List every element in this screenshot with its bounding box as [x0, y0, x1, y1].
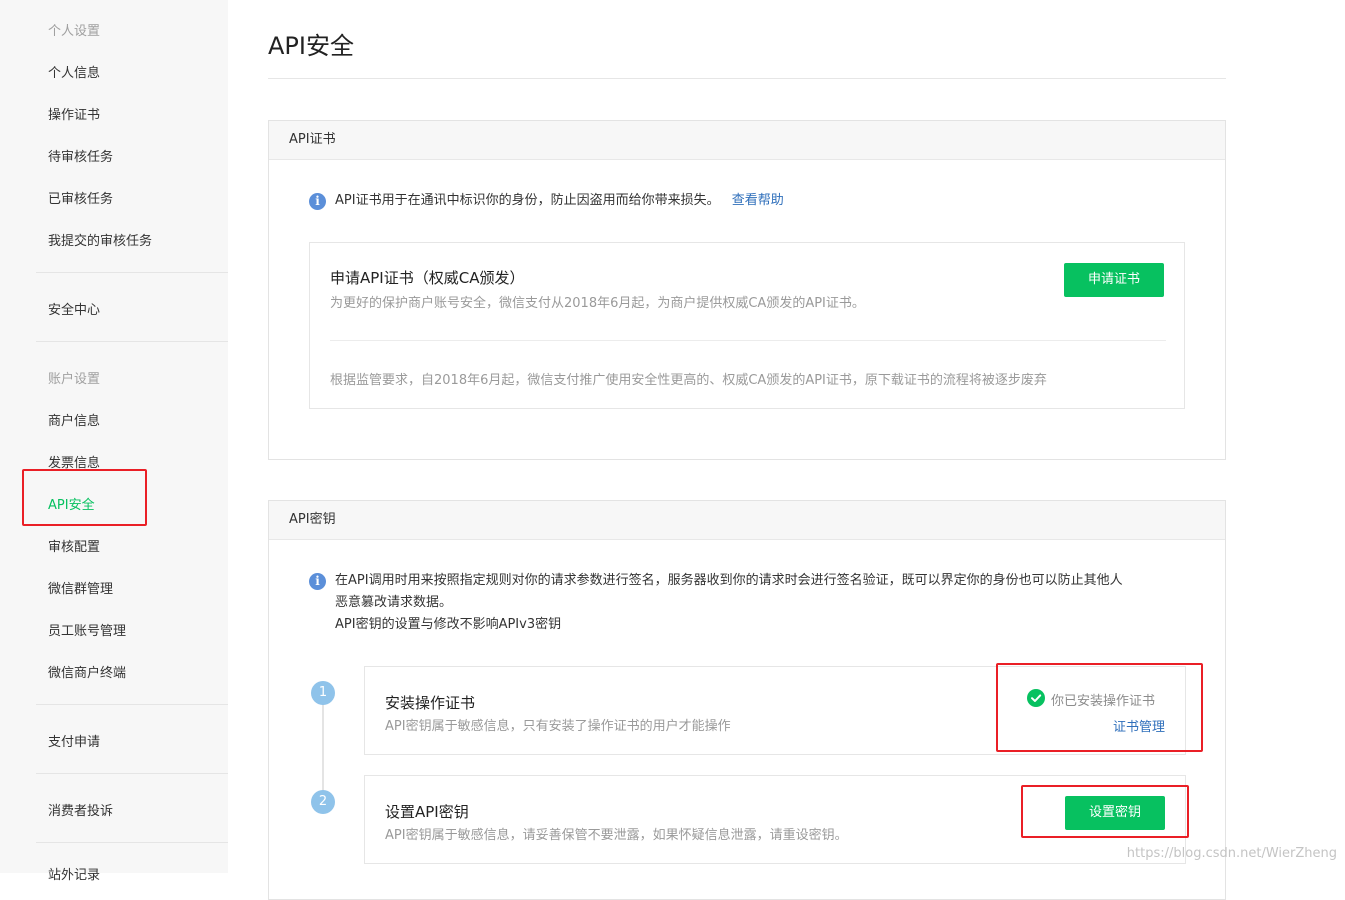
sidebar-divider	[36, 704, 228, 705]
cert-notice: 根据监管要求，自2018年6月起，微信支付推广使用安全性更高的、权威CA颁发的A…	[330, 369, 1047, 388]
highlight-box-set-key	[1021, 785, 1189, 838]
sidebar-item-operation-cert[interactable]: 操作证书	[48, 104, 100, 123]
highlight-box-api-security	[22, 469, 147, 526]
apply-cert-button[interactable]: 申请证书	[1064, 263, 1164, 297]
apply-cert-title: 申请API证书（权威CA颁发）	[330, 267, 524, 288]
api-cert-info-text: API证书用于在通讯中标识你的身份，防止因盗用而给你带来损失。	[335, 193, 720, 208]
sidebar-item-staff-accounts[interactable]: 员工账号管理	[48, 620, 126, 639]
sidebar-divider	[36, 272, 228, 273]
title-divider	[268, 78, 1226, 79]
sidebar: 个人设置 个人信息 操作证书 待审核任务 已审核任务 我提交的审核任务 安全中心…	[0, 0, 228, 873]
api-key-info-line3: API密钥的设置与修改不影响APIv3密钥	[335, 614, 1215, 636]
step-2-title: 设置API密钥	[385, 801, 469, 822]
sidebar-divider	[36, 341, 228, 342]
api-cert-panel: API证书 i API证书用于在通讯中标识你的身份，防止因盗用而给你带来损失。 …	[268, 120, 1226, 460]
api-key-info-line1: 在API调用时用来按照指定规则对你的请求参数进行签名，服务器收到你的请求时会进行…	[335, 570, 1215, 592]
step-2-desc: API密钥属于敏感信息，请妥善保管不要泄露，如果怀疑信息泄露，请重设密钥。	[385, 824, 848, 843]
watermark: https://blog.csdn.net/WierZheng	[1127, 846, 1337, 861]
step-1-title: 安装操作证书	[385, 692, 475, 713]
info-icon: i	[309, 573, 326, 590]
sidebar-item-payment-apply[interactable]: 支付申请	[48, 731, 100, 750]
sidebar-divider	[36, 842, 228, 843]
info-icon: i	[309, 193, 326, 210]
sidebar-item-merchant-terminal[interactable]: 微信商户终端	[48, 662, 126, 681]
help-link[interactable]: 查看帮助	[732, 193, 784, 208]
api-cert-panel-header: API证书	[269, 121, 1225, 160]
api-cert-info: API证书用于在通讯中标识你的身份，防止因盗用而给你带来损失。 查看帮助	[335, 190, 784, 212]
api-key-info: 在API调用时用来按照指定规则对你的请求参数进行签名，服务器收到你的请求时会进行…	[335, 570, 1215, 636]
page-title: API安全	[268, 26, 354, 61]
apply-cert-card: 申请API证书（权威CA颁发） 为更好的保护商户账号安全，微信支付从2018年6…	[309, 242, 1185, 409]
step-1-circle: 1	[311, 681, 335, 705]
api-key-info-line2: 恶意篡改请求数据。	[335, 592, 1215, 614]
sidebar-item-reviewed[interactable]: 已审核任务	[48, 188, 113, 207]
api-key-panel-header: API密钥	[269, 501, 1225, 540]
step-2-circle: 2	[311, 790, 335, 814]
card-divider	[330, 340, 1166, 341]
sidebar-item-consumer-complaint[interactable]: 消费者投诉	[48, 800, 113, 819]
apply-cert-desc: 为更好的保护商户账号安全，微信支付从2018年6月起，为商户提供权威CA颁发的A…	[330, 292, 865, 311]
sidebar-item-personal-info[interactable]: 个人信息	[48, 62, 100, 81]
sidebar-item-pending-review[interactable]: 待审核任务	[48, 146, 113, 165]
steps-connector	[322, 704, 324, 804]
sidebar-group-account: 账户设置	[48, 368, 100, 387]
step-1-desc: API密钥属于敏感信息，只有安装了操作证书的用户才能操作	[385, 715, 731, 734]
sidebar-item-partial[interactable]: 站外记录	[48, 864, 100, 883]
sidebar-divider	[36, 773, 228, 774]
sidebar-item-my-submitted[interactable]: 我提交的审核任务	[48, 230, 152, 249]
highlight-box-cert-status	[996, 663, 1203, 752]
sidebar-item-review-config[interactable]: 审核配置	[48, 536, 100, 555]
sidebar-item-merchant-info[interactable]: 商户信息	[48, 410, 100, 429]
sidebar-group-personal: 个人设置	[48, 20, 100, 39]
sidebar-item-security-center[interactable]: 安全中心	[48, 299, 100, 318]
sidebar-item-wechat-group[interactable]: 微信群管理	[48, 578, 113, 597]
